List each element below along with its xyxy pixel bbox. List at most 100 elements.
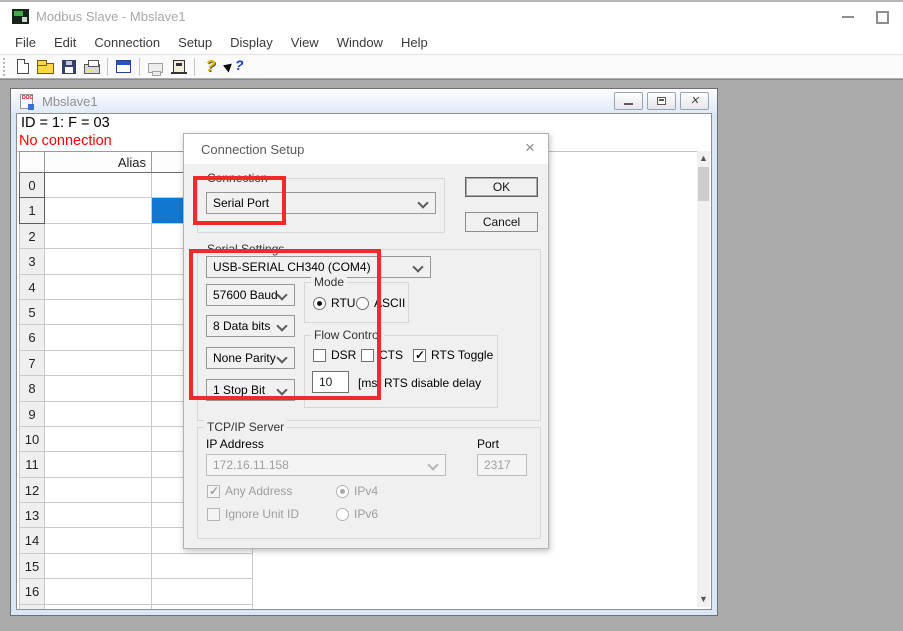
menu-item-edit[interactable]: Edit bbox=[45, 32, 85, 53]
menu-item-window[interactable]: Window bbox=[328, 32, 392, 53]
minimize-icon bbox=[842, 16, 854, 18]
app-icon bbox=[12, 9, 29, 24]
minimize-button[interactable] bbox=[836, 8, 860, 26]
row-number-cell[interactable]: 15 bbox=[19, 554, 45, 579]
context-help-icon bbox=[224, 59, 244, 75]
child-minimize-button[interactable] bbox=[614, 92, 643, 110]
toolbar-grip[interactable] bbox=[3, 58, 8, 76]
new-file-button[interactable] bbox=[11, 56, 34, 77]
row-number-cell[interactable]: 3 bbox=[19, 249, 45, 274]
alias-cell[interactable] bbox=[45, 173, 152, 198]
value-cell[interactable] bbox=[152, 554, 253, 579]
checkbox-icon bbox=[413, 349, 426, 362]
poll-button[interactable] bbox=[144, 56, 167, 77]
toolbar bbox=[0, 54, 903, 79]
alias-cell[interactable] bbox=[45, 300, 152, 325]
rts-toggle-checkbox-label: RTS Toggle bbox=[431, 348, 493, 362]
cancel-button[interactable]: Cancel bbox=[465, 212, 538, 232]
value-cell[interactable] bbox=[152, 605, 253, 610]
alias-cell[interactable] bbox=[45, 478, 152, 503]
scroll-down-arrow-icon[interactable]: ▼ bbox=[697, 592, 710, 607]
menu-item-connection[interactable]: Connection bbox=[85, 32, 169, 53]
menu-item-setup[interactable]: Setup bbox=[169, 32, 221, 53]
highlight-rectangle-2 bbox=[189, 249, 381, 400]
table-row: 16 bbox=[19, 579, 253, 604]
row-number-cell[interactable]: 11 bbox=[19, 452, 45, 477]
alias-cell[interactable] bbox=[45, 579, 152, 604]
row-number-cell[interactable]: 9 bbox=[19, 402, 45, 427]
display-setup-button[interactable] bbox=[112, 56, 135, 77]
toolbar-separator bbox=[194, 58, 195, 76]
alias-cell[interactable] bbox=[45, 275, 152, 300]
alias-cell[interactable] bbox=[45, 554, 152, 579]
child-close-button[interactable]: ✕ bbox=[680, 92, 709, 110]
ip-address-dropdown[interactable]: 172.16.11.158 bbox=[206, 454, 446, 476]
alias-cell[interactable] bbox=[45, 376, 152, 401]
child-restore-button[interactable] bbox=[647, 92, 676, 110]
ok-button[interactable]: OK bbox=[465, 177, 538, 197]
poll-icon bbox=[148, 63, 163, 73]
save-button[interactable] bbox=[57, 56, 80, 77]
row-number-cell[interactable]: 1 bbox=[19, 198, 45, 223]
alias-cell[interactable] bbox=[45, 351, 152, 376]
alias-cell[interactable] bbox=[45, 198, 152, 223]
maximize-button[interactable] bbox=[870, 8, 894, 26]
row-number-cell[interactable]: 17 bbox=[19, 605, 45, 610]
checkbox-icon bbox=[207, 485, 220, 498]
highlight-rectangle-1 bbox=[193, 176, 286, 225]
menu-item-view[interactable]: View bbox=[282, 32, 328, 53]
alias-cell[interactable] bbox=[45, 452, 152, 477]
any-address-label: Any Address bbox=[225, 484, 292, 498]
scrollbar-thumb[interactable] bbox=[698, 167, 709, 201]
child-title-bar[interactable]: Mbslave1 ✕ bbox=[11, 89, 717, 113]
alias-cell[interactable] bbox=[45, 528, 152, 553]
ipv4-radio[interactable]: IPv4 bbox=[336, 484, 378, 498]
menu-item-file[interactable]: File bbox=[6, 32, 45, 53]
alias-cell[interactable] bbox=[45, 605, 152, 610]
alias-cell[interactable] bbox=[45, 427, 152, 452]
scroll-up-arrow-icon[interactable]: ▲ bbox=[697, 151, 710, 166]
cts-checkbox-label: CTS bbox=[379, 348, 403, 362]
row-number-cell[interactable]: 0 bbox=[19, 173, 45, 198]
row-number-cell[interactable]: 2 bbox=[19, 224, 45, 249]
display-setup-icon bbox=[116, 60, 131, 73]
row-number-cell[interactable]: 14 bbox=[19, 528, 45, 553]
dialog-close-icon[interactable]: × bbox=[520, 138, 540, 158]
dialog-title-bar[interactable]: Connection Setup × bbox=[184, 134, 548, 164]
connection-status-text: No connection bbox=[19, 133, 112, 149]
restore-icon bbox=[657, 97, 666, 105]
row-number-cell[interactable]: 12 bbox=[19, 478, 45, 503]
menu-item-display[interactable]: Display bbox=[221, 32, 282, 53]
vertical-scrollbar[interactable]: ▲ ▼ bbox=[697, 151, 710, 607]
row-number-cell[interactable]: 4 bbox=[19, 275, 45, 300]
print-icon bbox=[84, 64, 100, 74]
row-number-cell[interactable]: 6 bbox=[19, 325, 45, 350]
ipv6-radio[interactable]: IPv6 bbox=[336, 507, 378, 521]
device-button[interactable] bbox=[167, 56, 190, 77]
print-button[interactable] bbox=[80, 56, 103, 77]
menu-item-help[interactable]: Help bbox=[392, 32, 437, 53]
alias-cell[interactable] bbox=[45, 503, 152, 528]
row-number-cell[interactable]: 5 bbox=[19, 300, 45, 325]
ipv4-radio-label: IPv4 bbox=[354, 484, 378, 498]
open-file-button[interactable] bbox=[34, 56, 57, 77]
alias-column-header[interactable]: Alias bbox=[45, 151, 152, 173]
ignore-unit-id-checkbox[interactable]: Ignore Unit ID bbox=[207, 507, 299, 521]
alias-cell[interactable] bbox=[45, 224, 152, 249]
tcp-port-input[interactable]: 2317 bbox=[477, 454, 527, 476]
rts-toggle-checkbox[interactable]: RTS Toggle bbox=[413, 348, 493, 362]
alias-cell[interactable] bbox=[45, 325, 152, 350]
radio-icon bbox=[336, 508, 349, 521]
help-button[interactable] bbox=[199, 56, 222, 77]
row-number-cell[interactable]: 10 bbox=[19, 427, 45, 452]
row-number-cell[interactable]: 8 bbox=[19, 376, 45, 401]
alias-cell[interactable] bbox=[45, 402, 152, 427]
row-number-cell[interactable]: 13 bbox=[19, 503, 45, 528]
alias-cell[interactable] bbox=[45, 249, 152, 274]
context-help-button[interactable] bbox=[222, 56, 245, 77]
value-cell[interactable] bbox=[152, 579, 253, 604]
row-number-cell[interactable]: 16 bbox=[19, 579, 45, 604]
row-number-cell[interactable]: 7 bbox=[19, 351, 45, 376]
any-address-checkbox[interactable]: Any Address bbox=[207, 484, 292, 498]
grid-corner-header[interactable] bbox=[19, 151, 45, 173]
